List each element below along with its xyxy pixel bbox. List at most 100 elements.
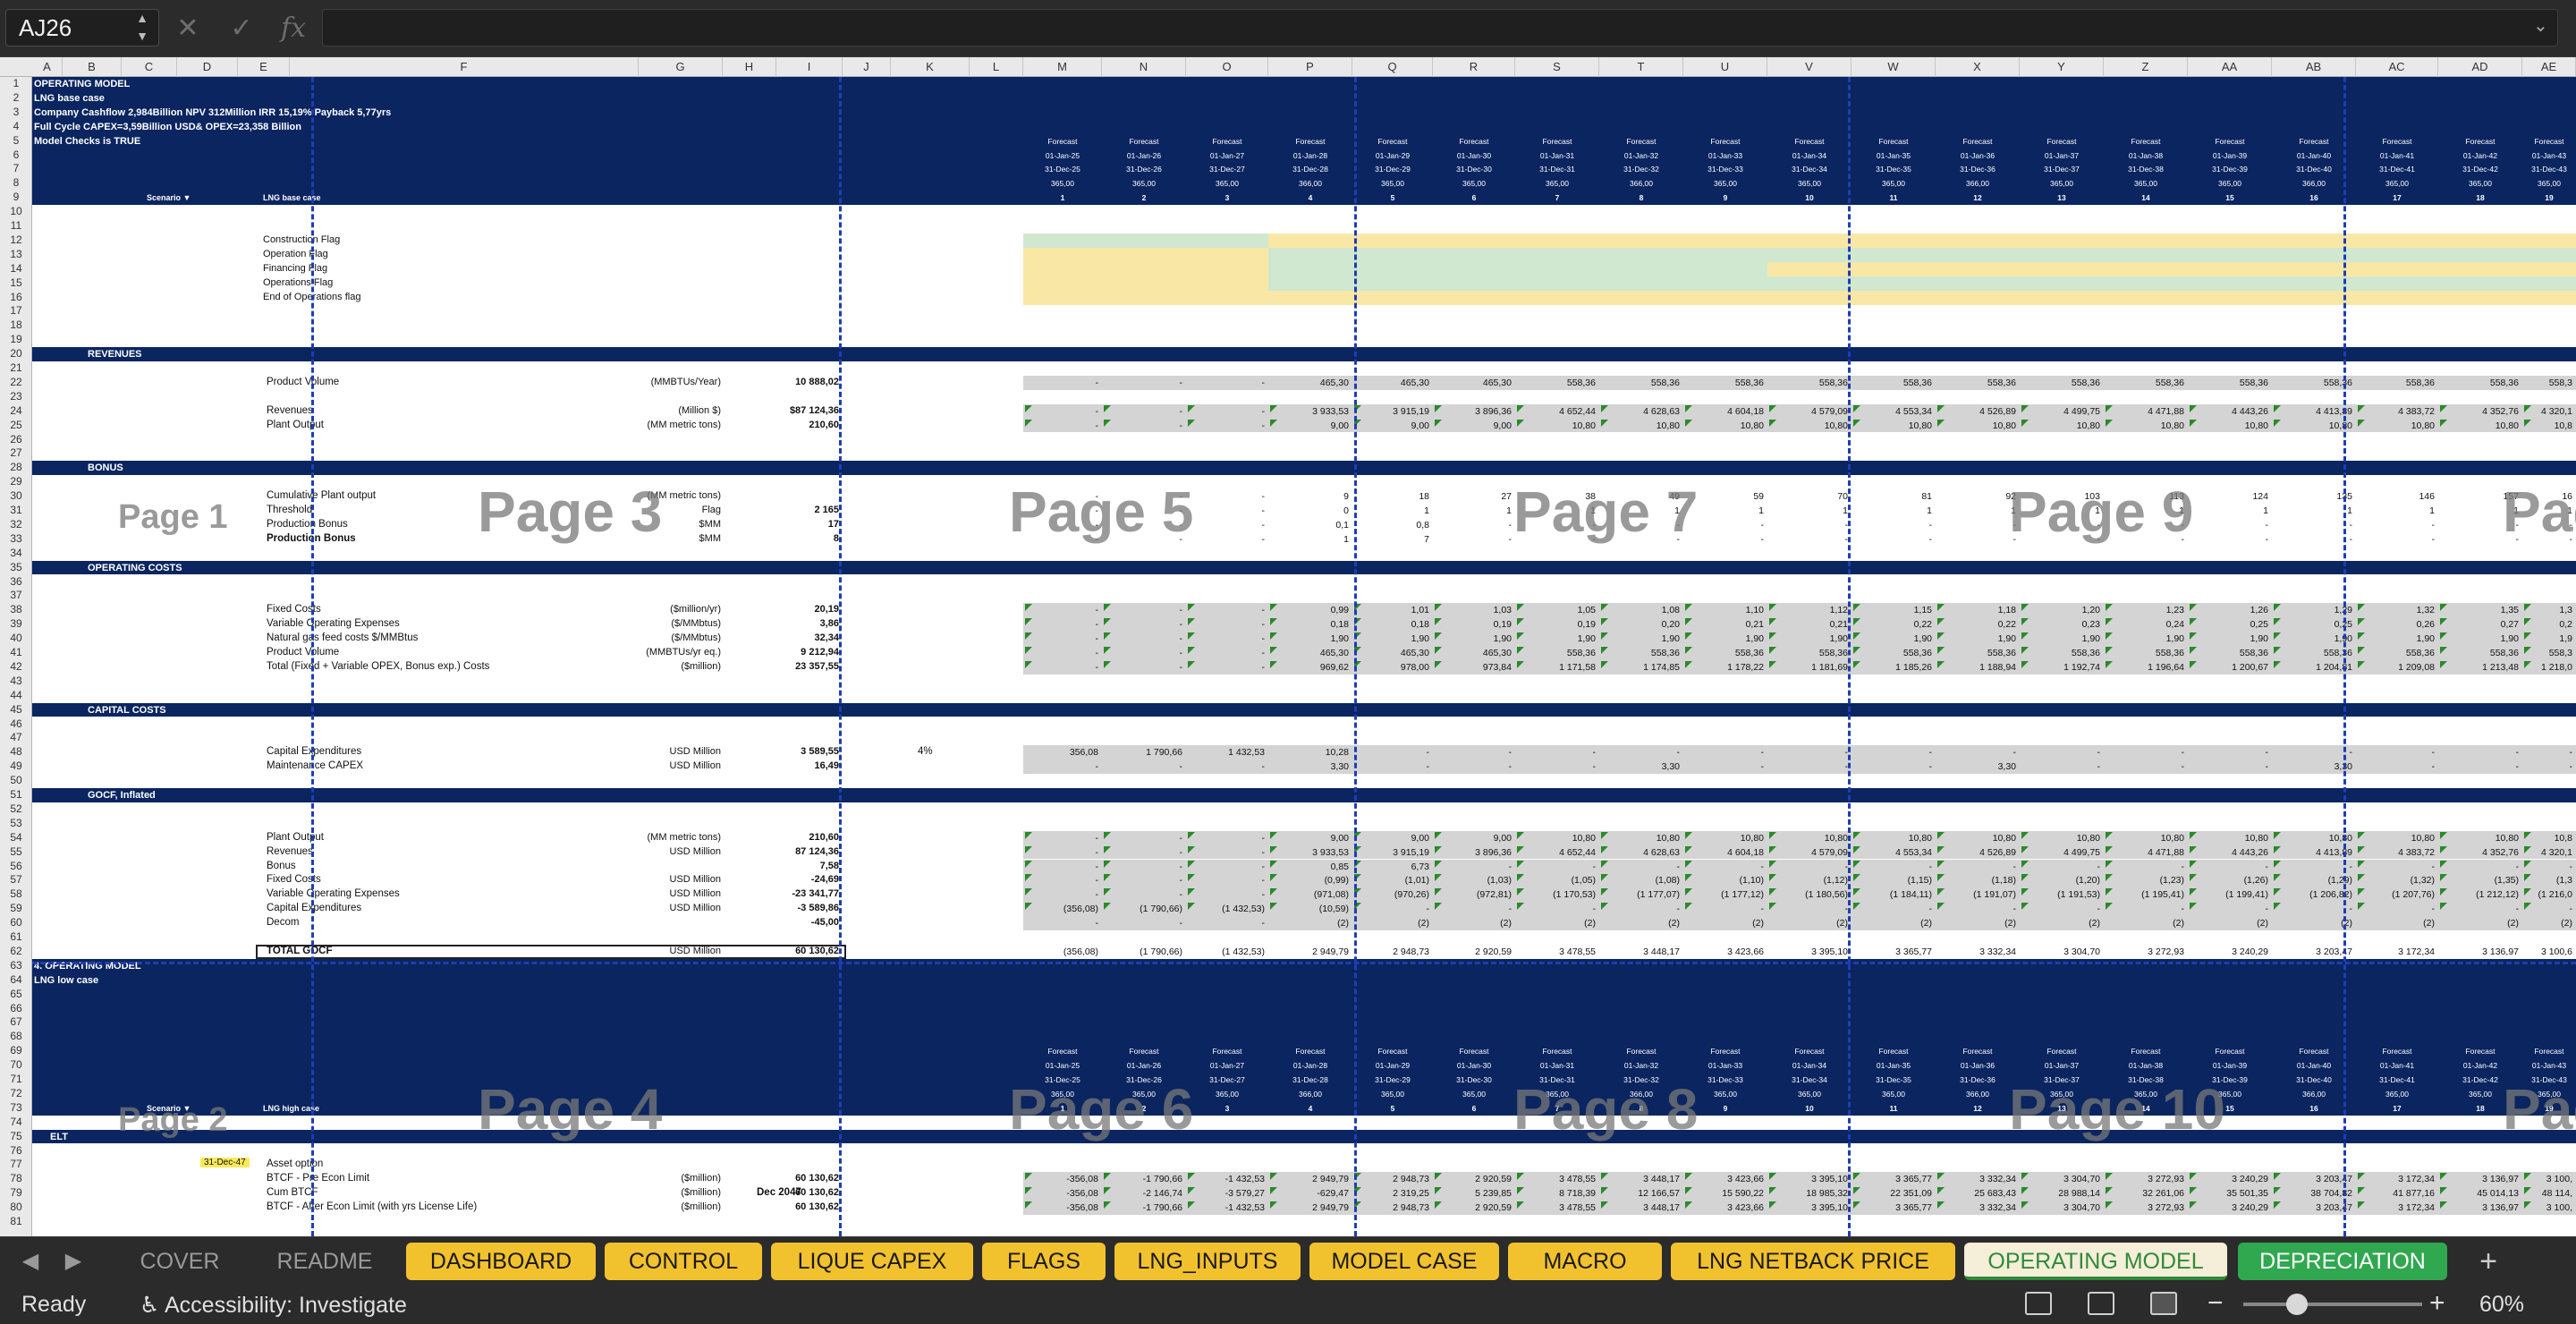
cell-g_decom[interactable]: (2): [1767, 916, 1852, 930]
column-header-f[interactable]: F: [290, 57, 639, 77]
tab-depreciation[interactable]: DEPRECIATION: [2238, 1243, 2447, 1280]
column-header-v[interactable]: V: [1767, 57, 1852, 77]
cell-g_bonus[interactable]: -: [1023, 860, 1102, 874]
cell-g_fixed[interactable]: (1,32): [2356, 873, 2438, 887]
row-total-nat_gas[interactable]: 32,34: [741, 632, 839, 643]
cell-prod_volume2[interactable]: 558,36: [1767, 646, 1852, 660]
cell-g_revenues[interactable]: 4 471,88: [2104, 845, 2188, 860]
cell-plant_output[interactable]: 10,80: [1683, 419, 1767, 433]
cell-threshold[interactable]: 0: [1268, 504, 1352, 518]
cell-nat_gas[interactable]: -: [1186, 632, 1268, 646]
cell-total_costs[interactable]: -: [1186, 660, 1268, 675]
cell-g_capex[interactable]: -: [2020, 902, 2104, 916]
column-header-j[interactable]: J: [843, 57, 891, 77]
cell-var_opex[interactable]: 0,18: [1352, 617, 1433, 632]
cell-total_costs[interactable]: 1 171,58: [1515, 660, 1599, 675]
cell-revenues[interactable]: 4 553,34: [1852, 404, 1936, 419]
cell-g_decom[interactable]: -: [1186, 916, 1268, 930]
cell-g_capex[interactable]: -: [2438, 902, 2522, 916]
accessibility-button[interactable]: ♿︎ Accessibility: Investigate: [140, 1292, 407, 1319]
cell-capex[interactable]: -: [2438, 745, 2522, 760]
cell-capex[interactable]: -: [2104, 745, 2188, 760]
fx-icon[interactable]: fx: [275, 11, 311, 47]
cell-g_revenues[interactable]: 4 579,09: [1767, 845, 1852, 860]
row-header[interactable]: 13: [0, 248, 32, 262]
cell-fixed_costs[interactable]: -: [1102, 603, 1186, 617]
cell-g_decom[interactable]: (2): [1268, 916, 1352, 930]
cell-cum_btcf[interactable]: -2 146,74: [1102, 1186, 1186, 1201]
cell-revenues[interactable]: 3 933,53: [1268, 404, 1352, 419]
cell-total_costs[interactable]: 1 196,64: [2104, 660, 2188, 675]
row-header[interactable]: 41: [0, 646, 32, 660]
cell-cum_btcf[interactable]: 22 351,09: [1852, 1186, 1936, 1201]
cell-g_bonus[interactable]: -: [1767, 860, 1852, 874]
row-header[interactable]: 27: [0, 446, 32, 461]
cell-revenues[interactable]: 4 443,26: [2188, 404, 2272, 419]
cell-maint_capex[interactable]: -: [2438, 760, 2522, 774]
cell-prod_volume2[interactable]: 558,36: [1515, 646, 1599, 660]
cell-prod_bonus[interactable]: 0,8: [1352, 518, 1433, 532]
cell-total_costs[interactable]: 1 185,26: [1852, 660, 1936, 675]
cell-var_opex[interactable]: 0,22: [1852, 617, 1936, 632]
cell-prod_volume2[interactable]: -: [1186, 646, 1268, 660]
cell-product_volume[interactable]: 558,36: [2438, 376, 2522, 390]
cell-btcf_after[interactable]: 3 136,97: [2438, 1201, 2522, 1215]
cell-g_fixed[interactable]: (1,26): [2188, 873, 2272, 887]
tab-macro[interactable]: MACRO: [1508, 1243, 1662, 1280]
cell-total_costs[interactable]: 1 209,08: [2356, 660, 2438, 675]
row-header[interactable]: 28: [0, 461, 32, 475]
row-header[interactable]: 68: [0, 1030, 32, 1044]
cell-fixed_costs[interactable]: 1,01: [1352, 603, 1433, 617]
cell-prod_bonus[interactable]: 0,1: [1268, 518, 1352, 532]
row-header[interactable]: 51: [0, 788, 32, 802]
cell-btcf_after[interactable]: 3 272,93: [2104, 1201, 2188, 1215]
row-header[interactable]: 70: [0, 1058, 32, 1073]
page-layout-view-icon[interactable]: [2088, 1292, 2114, 1315]
cell-prod_bonus2[interactable]: -: [1852, 532, 1936, 547]
cell-product_volume[interactable]: -: [1023, 376, 1102, 390]
row-total-prod_volume2[interactable]: 9 212,94: [741, 647, 839, 658]
cell-maint_capex[interactable]: 3,30: [1268, 760, 1352, 774]
row-header[interactable]: 18: [0, 318, 32, 333]
cell-var_opex[interactable]: 0,23: [2020, 617, 2104, 632]
row-header[interactable]: 53: [0, 817, 32, 831]
cell-nat_gas[interactable]: 1,90: [2188, 632, 2272, 646]
cell-capex[interactable]: -: [2356, 745, 2438, 760]
cell-var_opex[interactable]: 0,25: [2188, 617, 2272, 632]
cell-total_costs[interactable]: 1 213,48: [2438, 660, 2522, 675]
row-total-maint_capex[interactable]: 16,49: [741, 760, 839, 771]
cell-revenues[interactable]: 4 604,18: [1683, 404, 1767, 419]
cell-g_capex[interactable]: -: [1599, 902, 1683, 916]
row-total-fixed_costs[interactable]: 20,19: [741, 604, 839, 615]
row-total-g_plant_output[interactable]: 210,60: [741, 832, 839, 843]
cell-prod_bonus2[interactable]: -: [2188, 532, 2272, 547]
cell-btcf_after[interactable]: -1 432,53: [1186, 1201, 1268, 1215]
cell-cum_btcf[interactable]: -629,47: [1268, 1186, 1352, 1201]
cell-g_capex[interactable]: -: [2188, 902, 2272, 916]
cell-g_total[interactable]: 2 949,79: [1268, 945, 1352, 959]
cell-btcf_pre[interactable]: 3 478,55: [1515, 1172, 1599, 1186]
column-header-ad[interactable]: AD: [2438, 57, 2522, 77]
cell-maint_capex[interactable]: -: [1186, 760, 1268, 774]
cell-nat_gas[interactable]: 1,90: [1268, 632, 1352, 646]
cell-revenues[interactable]: 3 896,36: [1433, 404, 1515, 419]
cell-prod_volume2[interactable]: -: [1023, 646, 1102, 660]
column-header-ae[interactable]: AE: [2522, 57, 2576, 77]
column-header-n[interactable]: N: [1102, 57, 1186, 77]
row-header[interactable]: 42: [0, 660, 32, 675]
cell-g_fixed[interactable]: (0,99): [1268, 873, 1352, 887]
cell-cum_plant[interactable]: 124: [2188, 489, 2272, 504]
cell-g_total[interactable]: 3 478,55: [1515, 945, 1599, 959]
cell-g_plant_output[interactable]: 10,80: [2438, 831, 2522, 845]
cell-cum_plant[interactable]: 9: [1268, 489, 1352, 504]
cell-total_costs[interactable]: 1 200,67: [2188, 660, 2272, 675]
cell-btcf_after[interactable]: -1 790,66: [1102, 1201, 1186, 1215]
cell-fixed_costs[interactable]: 1,20: [2020, 603, 2104, 617]
cell-prod_bonus2[interactable]: 1: [1268, 532, 1352, 547]
row-header[interactable]: 49: [0, 760, 32, 774]
cell-fixed_costs[interactable]: 1,12: [1767, 603, 1852, 617]
cell-g_decom[interactable]: (2): [2438, 916, 2522, 930]
row-header[interactable]: 17: [0, 304, 32, 318]
cell-g_fixed[interactable]: (1,10): [1683, 873, 1767, 887]
cell-total_costs[interactable]: 1 181,69: [1767, 660, 1852, 675]
